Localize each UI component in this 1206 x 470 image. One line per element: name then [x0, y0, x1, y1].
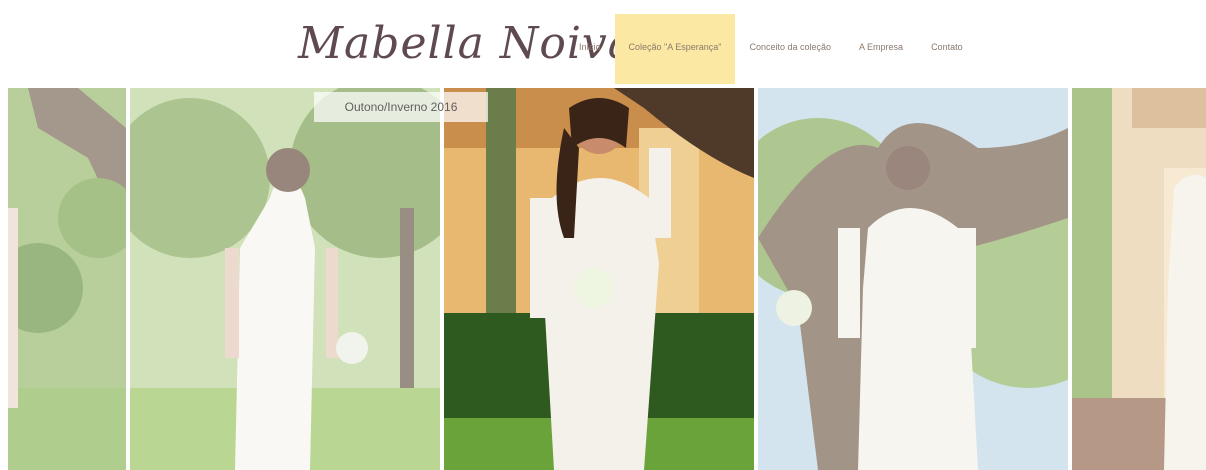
- nav-item-colecao[interactable]: Coleção "A Esperança": [614, 14, 736, 84]
- photo-tree-left[interactable]: [8, 88, 126, 470]
- photo-bride-building-right[interactable]: [1072, 88, 1206, 470]
- main-nav: Início Coleção "A Esperança" Conceito da…: [565, 14, 977, 84]
- photo-bride-front-smiling[interactable]: [444, 88, 754, 470]
- photo-gallery: [8, 88, 1206, 470]
- photo-bride-back-garden[interactable]: [130, 88, 440, 470]
- nav-item-contato[interactable]: Contato: [917, 14, 977, 84]
- site-header: Mabella Noiva Início Coleção "A Esperanç…: [0, 0, 1206, 88]
- season-label: Outono/Inverno 2016: [314, 92, 488, 122]
- nav-item-inicio[interactable]: Início: [565, 14, 615, 84]
- photo-bride-back-tree[interactable]: [758, 88, 1068, 470]
- nav-item-conceito[interactable]: Conceito da coleção: [735, 14, 845, 84]
- nav-item-empresa[interactable]: A Empresa: [845, 14, 917, 84]
- site-logo[interactable]: Mabella Noiva: [298, 8, 634, 80]
